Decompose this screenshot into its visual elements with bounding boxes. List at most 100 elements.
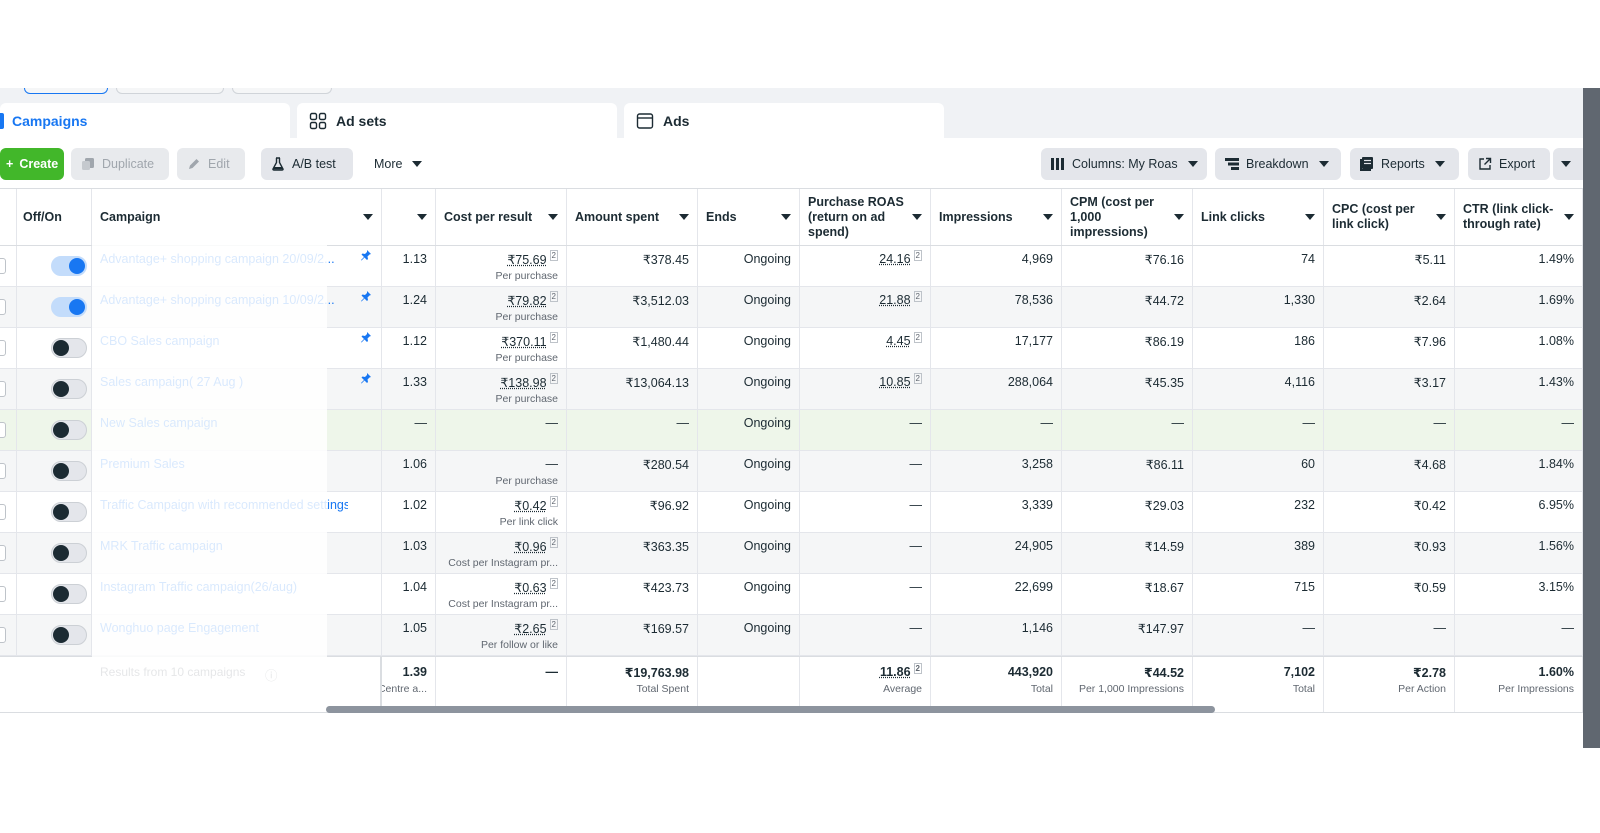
row-checkbox[interactable]	[0, 258, 6, 274]
campaign-toggle[interactable]	[51, 543, 87, 563]
info-tag-icon[interactable]: 2	[549, 496, 558, 507]
campaign-toggle[interactable]	[51, 297, 87, 317]
cpm-header[interactable]: CPM (cost per 1,000 impressions)	[1062, 189, 1193, 245]
metric-text: 1.12	[402, 334, 427, 348]
cpr-text[interactable]: ₹75.69	[507, 253, 546, 267]
row-checkbox[interactable]	[0, 545, 6, 561]
table-row[interactable]: Traffic Campaign with recommended settin…	[0, 492, 1583, 533]
pin-icon[interactable]	[360, 249, 372, 264]
roas-text[interactable]: 10.85	[879, 375, 910, 389]
duplicate-button[interactable]: Duplicate	[71, 148, 169, 180]
tab-ad-sets[interactable]: Ad sets	[297, 103, 617, 139]
campaign-toggle[interactable]	[51, 338, 87, 358]
table-row[interactable]: MRK Traffic campaign 1.03 ₹0.96 2 Cost per I…	[0, 533, 1583, 574]
export-menu-button[interactable]	[1553, 148, 1583, 180]
campaign-toggle[interactable]	[51, 502, 87, 522]
row-checkbox[interactable]	[0, 381, 6, 397]
ends-header[interactable]: Ends	[698, 189, 800, 245]
table-row[interactable]: CBO Sales campaign 1.12 ₹370.11 2 Per purcha…	[0, 328, 1583, 369]
row-checkbox[interactable]	[0, 422, 6, 438]
info-tag-icon[interactable]: 2	[913, 291, 922, 302]
campaign-name-link[interactable]: Wonghuo page Engagement	[100, 621, 348, 635]
info-tag-icon[interactable]: 2	[913, 663, 922, 674]
export-button[interactable]: Export	[1468, 148, 1550, 180]
campaign-header[interactable]: Campaign	[92, 189, 382, 245]
campaign-toggle[interactable]	[51, 256, 87, 276]
ctr-header[interactable]: CTR (link click-through rate)	[1455, 189, 1583, 245]
info-tag-icon[interactable]: 2	[549, 291, 558, 302]
row-checkbox[interactable]	[0, 627, 6, 643]
table-row[interactable]: Advantage+ shopping campaign 20/09/2... 1…	[0, 246, 1583, 287]
cpr-text[interactable]: ₹0.42	[514, 499, 546, 513]
campaign-name-link[interactable]: Advantage+ shopping campaign 20/09/2...	[100, 252, 348, 266]
amount-spent-header[interactable]: Amount spent	[567, 189, 698, 245]
pin-icon[interactable]	[360, 290, 372, 305]
info-tag-icon[interactable]: 2	[549, 250, 558, 261]
campaign-toggle[interactable]	[51, 379, 87, 399]
offon-header[interactable]: Off/On	[15, 189, 92, 245]
campaign-toggle[interactable]	[51, 584, 87, 604]
table-row[interactable]: Premium Sales 1.06 — Per purchase ₹280.54 Ong…	[0, 451, 1583, 492]
campaign-name-link[interactable]: Instagram Traffic campaign(26/aug)	[100, 580, 348, 594]
pin-icon[interactable]	[360, 331, 372, 346]
cost-per-result-header[interactable]: Cost per result	[436, 189, 567, 245]
info-tag-icon[interactable]: 2	[549, 619, 558, 630]
campaign-name-link[interactable]: New Sales campaign	[100, 416, 348, 430]
impressions-header[interactable]: Impressions	[931, 189, 1062, 245]
roas-text[interactable]: 4.45	[886, 334, 910, 348]
campaign-toggle[interactable]	[51, 625, 87, 645]
row-checkbox[interactable]	[0, 504, 6, 520]
cpr-text[interactable]: ₹0.96	[514, 540, 546, 554]
table-row[interactable]: Advantage+ shopping campaign 10/09/2... 1…	[0, 287, 1583, 328]
breakdown-button[interactable]: Breakdown	[1215, 148, 1341, 180]
campaign-name-link[interactable]: MRK Traffic campaign	[100, 539, 348, 553]
tab-ads[interactable]: Ads	[624, 103, 944, 139]
row-checkbox[interactable]	[0, 299, 6, 315]
info-tag-icon[interactable]: 2	[549, 332, 558, 343]
roas-cell: —	[800, 492, 931, 532]
info-tag-icon[interactable]: 2	[913, 332, 922, 343]
campaign-name-link[interactable]: Traffic Campaign with recommended settin…	[100, 498, 348, 512]
info-tag-icon[interactable]: 2	[913, 250, 922, 261]
campaign-toggle[interactable]	[51, 461, 87, 481]
tab-campaigns[interactable]: Campaigns	[0, 103, 290, 139]
horizontal-scrollbar[interactable]	[326, 706, 1215, 713]
info-tag-icon[interactable]: 2	[549, 373, 558, 384]
columns-button[interactable]: Columns: My Roas	[1041, 148, 1207, 180]
cpr-text[interactable]: ₹79.82	[507, 294, 546, 308]
create-button[interactable]: + Create	[0, 148, 64, 180]
info-tag-icon[interactable]: 2	[913, 373, 922, 384]
metric-header[interactable]	[382, 189, 436, 245]
campaign-name-link[interactable]: Advantage+ shopping campaign 10/09/2...	[100, 293, 348, 307]
reports-button[interactable]: Reports	[1350, 148, 1459, 180]
table-row[interactable]: Sales campaign( 27 Aug ) 1.33 ₹138.98 2 Per …	[0, 369, 1583, 410]
campaign-toggle[interactable]	[51, 420, 87, 440]
info-tag-icon[interactable]: 2	[549, 578, 558, 589]
info-icon[interactable]: ⓘ	[265, 665, 278, 684]
row-checkbox[interactable]	[0, 463, 6, 479]
link-clicks-header[interactable]: Link clicks	[1193, 189, 1324, 245]
row-checkbox[interactable]	[0, 586, 6, 602]
info-tag-icon[interactable]: 2	[549, 537, 558, 548]
cpr-text[interactable]: ₹2.65	[514, 622, 546, 636]
table-row[interactable]: New Sales campaign — — — Ongoing — — — — — —	[0, 410, 1583, 451]
row-checkbox[interactable]	[0, 340, 6, 356]
roas-header[interactable]: Purchase ROAS (return on ad spend)	[800, 189, 931, 245]
more-button[interactable]: More	[364, 148, 434, 180]
campaign-name-link[interactable]: CBO Sales campaign	[100, 334, 348, 348]
roas-text[interactable]: 21.88	[879, 293, 910, 307]
cpr-text[interactable]: ₹138.98	[500, 376, 546, 390]
cpr-text[interactable]: ₹370.11	[501, 335, 546, 349]
cpc-header[interactable]: CPC (cost per link click)	[1324, 189, 1455, 245]
campaign-name-link[interactable]: Sales campaign( 27 Aug )	[100, 375, 348, 389]
roas-text[interactable]: 24.16	[879, 252, 910, 266]
cpc-text: ₹0.59	[1413, 581, 1446, 595]
campaign-name-link[interactable]: Premium Sales	[100, 457, 348, 471]
cpm-text: ₹76.16	[1144, 253, 1184, 267]
pin-icon[interactable]	[360, 372, 372, 387]
ab-test-button[interactable]: A/B test	[261, 148, 353, 180]
table-row[interactable]: Instagram Traffic campaign(26/aug) 1.04 ₹0…	[0, 574, 1583, 615]
table-row[interactable]: Wonghuo page Engagement 1.05 ₹2.65 2 Per fol…	[0, 615, 1583, 656]
cpr-text[interactable]: ₹0.63	[514, 581, 546, 595]
edit-button[interactable]: Edit	[177, 148, 245, 180]
